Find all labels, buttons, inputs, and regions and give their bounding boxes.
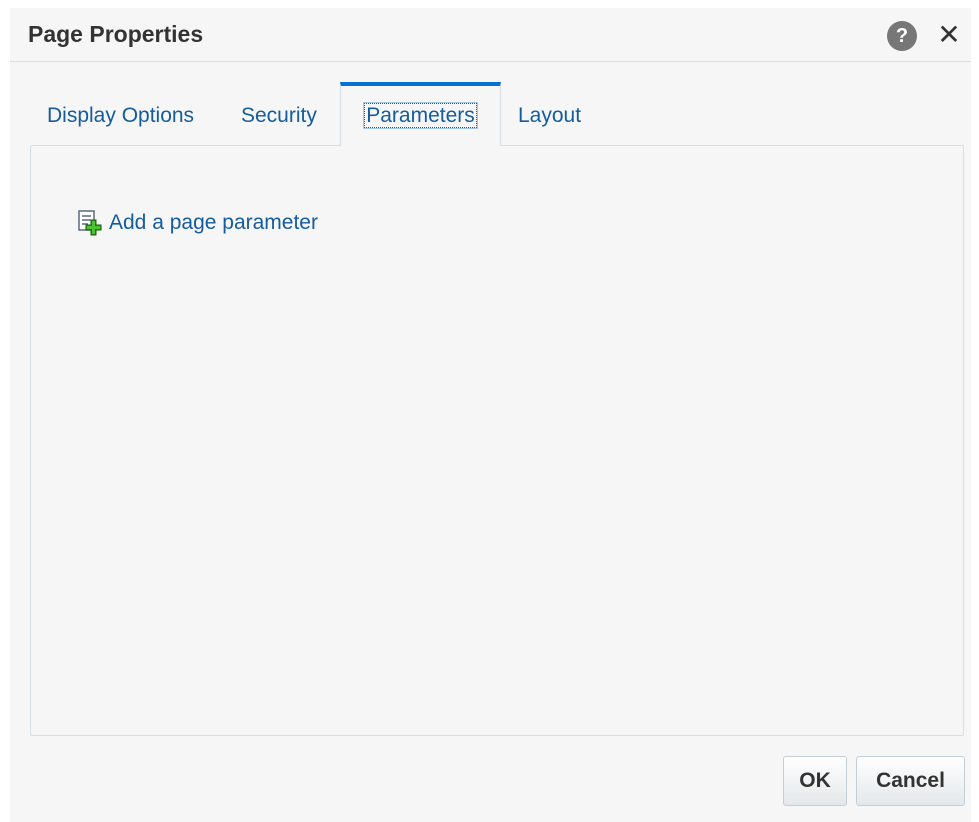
tab-display-options-label: Display Options bbox=[47, 104, 195, 127]
tab-layout-label: Layout bbox=[518, 104, 582, 127]
tab-layout[interactable]: Layout bbox=[518, 82, 598, 145]
tab-security-label: Security bbox=[241, 104, 317, 127]
ok-button[interactable]: OK bbox=[783, 756, 847, 806]
cancel-button[interactable]: Cancel bbox=[856, 756, 965, 806]
parameters-panel: Add a page parameter bbox=[30, 145, 964, 736]
tab-display-options[interactable]: Display Options bbox=[47, 82, 212, 145]
help-icon[interactable]: ? bbox=[887, 21, 917, 51]
dialog-title: Page Properties bbox=[28, 21, 204, 47]
tab-parameters[interactable]: Parameters bbox=[340, 82, 501, 146]
close-icon[interactable]: ✕ bbox=[934, 18, 964, 52]
page-properties-dialog: Page Properties ? ✕ Display Options Secu… bbox=[10, 8, 971, 822]
add-page-parameter-link[interactable]: Add a page parameter bbox=[77, 208, 318, 238]
tab-parameters-label: Parameters bbox=[363, 102, 478, 129]
tab-security[interactable]: Security bbox=[241, 82, 331, 145]
add-page-parameter-label: Add a page parameter bbox=[109, 211, 318, 234]
dialog-title-bar: Page Properties ? ✕ bbox=[10, 8, 971, 62]
add-document-icon bbox=[78, 210, 102, 236]
